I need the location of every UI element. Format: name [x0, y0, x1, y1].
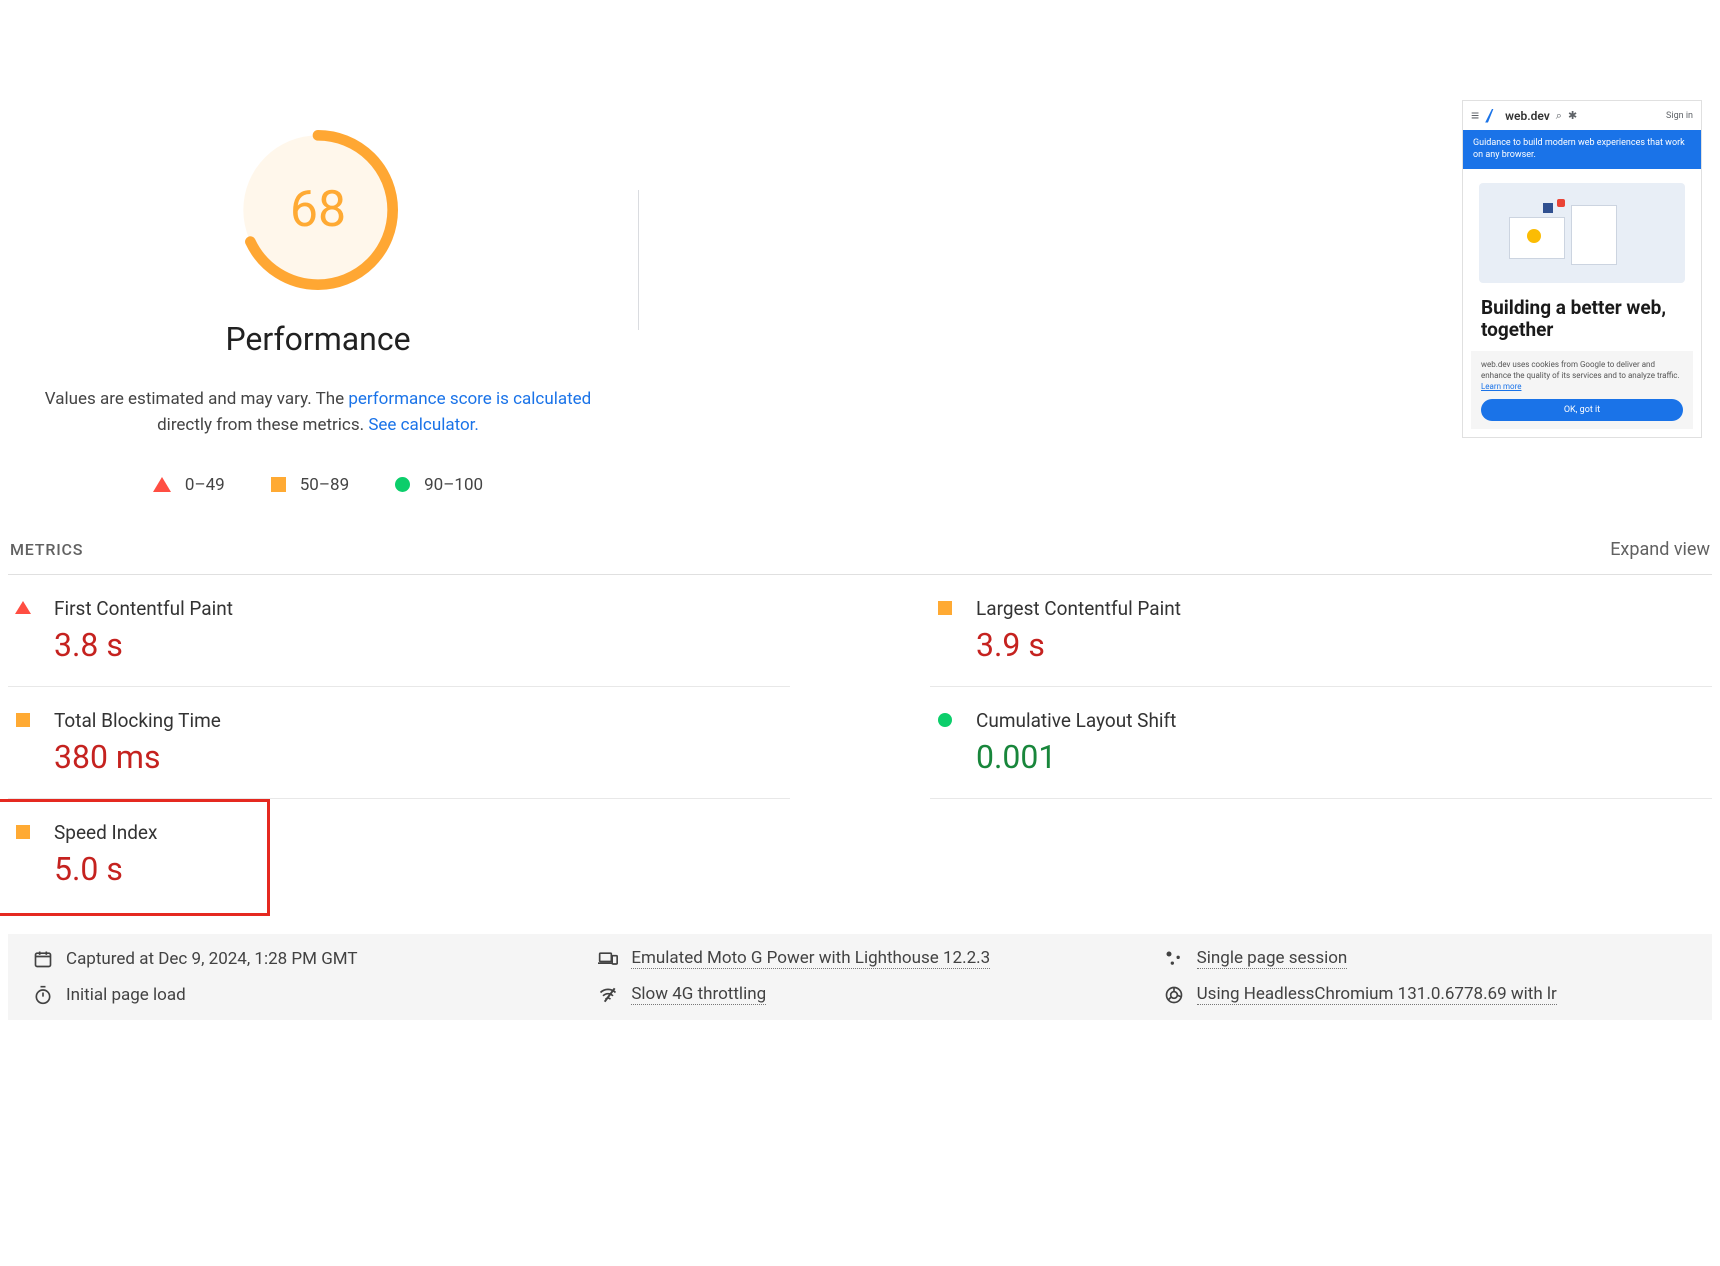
- metric-tbt-value: 380 ms: [54, 738, 221, 776]
- initial-load: Initial page load: [32, 984, 557, 1006]
- captured-at-text: Captured at Dec 9, 2024, 1:28 PM GMT: [66, 949, 358, 969]
- legend-mid: 50–89: [271, 475, 349, 495]
- thumb-cookie-notice: web.dev uses cookies from Google to deli…: [1471, 351, 1693, 429]
- metrics-heading: METRICS: [10, 540, 83, 559]
- vertical-divider: [638, 190, 639, 330]
- metric-fcp-value: 3.8 s: [54, 626, 233, 664]
- metric-cls-value: 0.001: [976, 738, 1176, 776]
- metric-lcp-name: Largest Contentful Paint: [976, 597, 1181, 620]
- session-type-text: Single page session: [1197, 948, 1348, 969]
- metric-si[interactable]: Speed Index 5.0 s: [8, 799, 790, 910]
- throttling-text: Slow 4G throttling: [631, 984, 766, 1005]
- metric-fcp[interactable]: First Contentful Paint 3.8 s: [8, 575, 790, 687]
- square-orange-icon: [271, 477, 286, 492]
- theme-icon: ✱: [1568, 109, 1577, 122]
- performance-description: Values are estimated and may vary. The p…: [38, 386, 598, 439]
- metric-tbt[interactable]: Total Blocking Time 380 ms: [8, 687, 790, 799]
- thumb-ok-button: OK, got it: [1481, 399, 1683, 422]
- metric-si-name: Speed Index: [54, 821, 157, 844]
- metric-lcp[interactable]: Largest Contentful Paint 3.9 s: [930, 575, 1712, 687]
- expand-view-toggle[interactable]: Expand view: [1610, 539, 1710, 560]
- desc-mid: directly from these metrics.: [157, 415, 368, 435]
- metric-empty: [930, 799, 1712, 910]
- thumb-brand: web.dev: [1505, 109, 1550, 123]
- performance-gauge: 68: [238, 130, 398, 290]
- legend-mid-label: 50–89: [300, 475, 349, 495]
- circle-green-icon: [395, 477, 410, 492]
- session-type[interactable]: Single page session: [1163, 948, 1688, 970]
- circle-green-icon: [938, 713, 952, 727]
- emulated-device[interactable]: Emulated Moto G Power with Lighthouse 12…: [597, 948, 1122, 970]
- scatter-icon: [1163, 948, 1185, 970]
- metric-tbt-name: Total Blocking Time: [54, 709, 221, 732]
- search-icon: ⌕: [1556, 109, 1562, 123]
- thumb-learn-more-link: Learn more: [1481, 382, 1521, 391]
- desc-prefix: Values are estimated and may vary. The: [45, 389, 349, 409]
- legend-good-label: 90–100: [424, 475, 483, 495]
- performance-score: 68: [238, 130, 398, 290]
- legend-poor: 0–49: [153, 475, 225, 495]
- legend-poor-label: 0–49: [185, 475, 225, 495]
- thumb-signin: Sign in: [1666, 111, 1693, 121]
- throttling[interactable]: Slow 4G throttling: [597, 984, 1122, 1006]
- captured-at: Captured at Dec 9, 2024, 1:28 PM GMT: [32, 948, 557, 970]
- legend-good: 90–100: [395, 475, 483, 495]
- square-orange-icon: [16, 713, 30, 727]
- metric-cls[interactable]: Cumulative Layout Shift 0.001: [930, 687, 1712, 799]
- thumb-banner: Guidance to build modern web experiences…: [1463, 130, 1701, 169]
- initial-load-text: Initial page load: [66, 985, 186, 1005]
- page-screenshot-thumbnail[interactable]: ≡ web.dev ⌕ ✱ Sign in Guidance to build …: [1462, 100, 1702, 438]
- chrome-version-text: Using HeadlessChromium 131.0.6778.69 wit…: [1197, 984, 1557, 1005]
- calendar-icon: [32, 948, 54, 970]
- stopwatch-icon: [32, 984, 54, 1006]
- chrome-version[interactable]: Using HeadlessChromium 131.0.6778.69 wit…: [1163, 984, 1688, 1006]
- triangle-red-icon: [153, 477, 171, 492]
- hamburger-icon: ≡: [1471, 107, 1479, 124]
- thumb-cookie-text: web.dev uses cookies from Google to deli…: [1481, 360, 1680, 380]
- site-logo-icon: [1485, 109, 1499, 123]
- square-orange-icon: [938, 601, 952, 615]
- devices-icon: [597, 948, 619, 970]
- triangle-red-icon: [15, 601, 31, 614]
- thumb-hero-image: [1479, 183, 1685, 283]
- emulated-device-text: Emulated Moto G Power with Lighthouse 12…: [631, 948, 990, 969]
- metric-si-value: 5.0 s: [54, 850, 157, 888]
- thumb-headline: Building a better web, together: [1463, 291, 1701, 351]
- metric-fcp-name: First Contentful Paint: [54, 597, 233, 620]
- chrome-icon: [1163, 984, 1185, 1006]
- performance-title: Performance: [225, 320, 410, 358]
- network-icon: [597, 984, 619, 1006]
- metric-cls-name: Cumulative Layout Shift: [976, 709, 1176, 732]
- score-calc-link[interactable]: performance score is calculated: [348, 389, 591, 409]
- run-details-footer: Captured at Dec 9, 2024, 1:28 PM GMT Emu…: [8, 934, 1712, 1020]
- score-legend: 0–49 50–89 90–100: [153, 475, 483, 495]
- metric-lcp-value: 3.9 s: [976, 626, 1181, 664]
- see-calculator-link[interactable]: See calculator.: [368, 415, 479, 435]
- square-orange-icon: [16, 825, 30, 839]
